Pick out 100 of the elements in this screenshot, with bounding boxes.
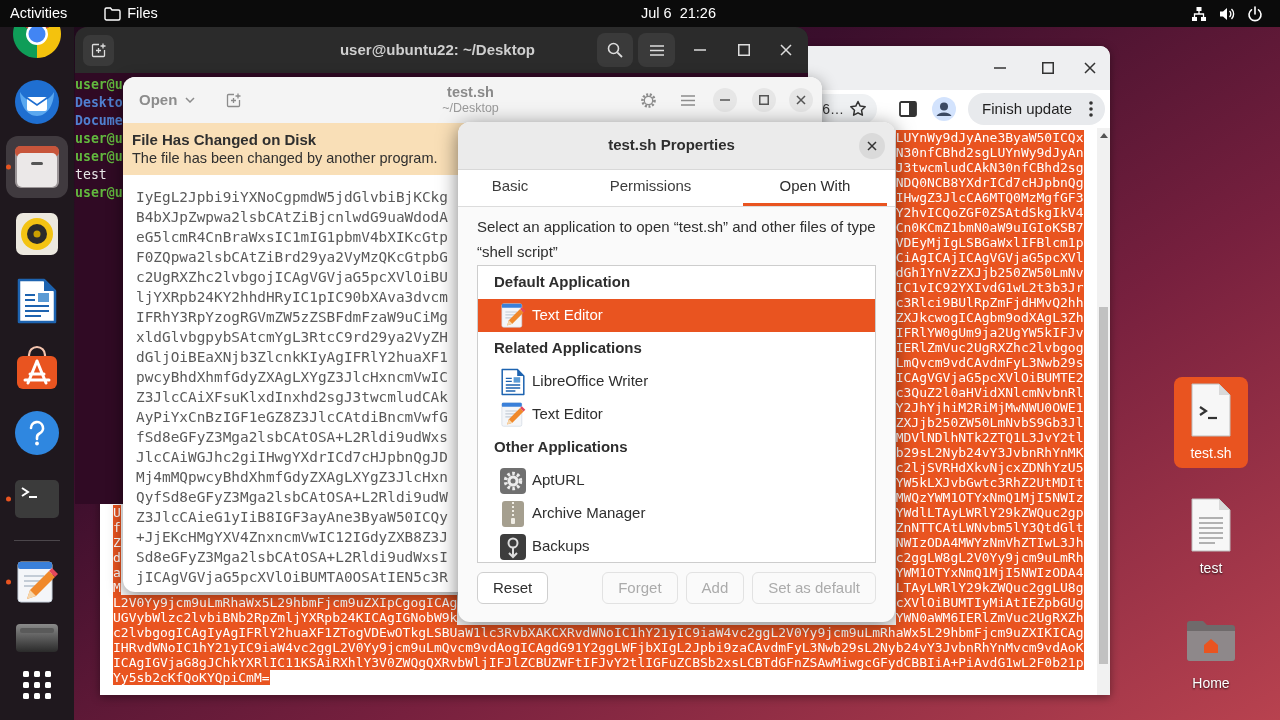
desktop-item[interactable]: test (1174, 492, 1248, 583)
close-button[interactable] (789, 88, 813, 112)
notepad-pencil-icon (500, 302, 526, 329)
search-button[interactable] (597, 33, 633, 67)
kebab-menu-icon[interactable] (1089, 101, 1093, 117)
menu-button[interactable] (638, 33, 675, 67)
scrollbar-thumb[interactable] (1099, 307, 1108, 664)
code-line: Sd8eGFyZ3Mga2lsbCAtOSA+L2Rldi9udWxsI (136, 548, 448, 567)
terminal-icon[interactable] (14, 479, 60, 519)
app-grid-icon[interactable] (23, 671, 51, 699)
app-list-item[interactable]: AptURL (478, 464, 875, 497)
notepad-pencil-icon (500, 401, 526, 428)
minimize-icon (720, 99, 730, 101)
star-icon[interactable] (849, 100, 867, 118)
app-list-item[interactable]: Text Editor (478, 299, 875, 332)
app-menu-button[interactable]: Files (104, 0, 158, 27)
new-tab-button[interactable] (83, 34, 114, 66)
code-line: Mj4mMQpwcyBhdXhmfGdyZXAgLXYgZ3JlcHxn (136, 468, 448, 487)
volume-icon[interactable] (1219, 5, 1235, 22)
code-line: c2UgRXZhc2lvbgojICAgVGVjaG5pcXVlOiBU (136, 268, 448, 287)
window-title: test.sh (447, 84, 494, 101)
section-heading: Default Application (493, 272, 632, 293)
close-icon (796, 95, 806, 105)
code-line: IFRhY3RpYzogRGVmZW5zZSBFdmFzaW9uCiMg (136, 308, 448, 327)
power-icon[interactable] (1247, 5, 1263, 22)
code-line: dGljOiBEaXNjb3ZlcnkKIyAgIFRlY2huaXF1 (136, 348, 448, 367)
desktop-item[interactable]: test.sh (1174, 377, 1248, 468)
dialog-title: test.sh Properties (608, 135, 735, 156)
zipper-box-icon (501, 500, 525, 527)
terminal-line: Deskto (75, 94, 123, 112)
window-title: user@ubuntu22: ~/Desktop (339, 39, 536, 60)
maximize-icon (759, 95, 769, 105)
code-line: pwcyBhdXhmfGdyZXAgLXYgZ3JlcHxncmVwIC (136, 368, 448, 387)
new-tab-icon (91, 42, 106, 58)
app-list-item[interactable]: Text Editor (478, 398, 875, 431)
app-list-item[interactable]: Backups (478, 530, 875, 562)
code-line: ljYXRpb24KY2hhdHRyIC1pIC90bXAva3dvcm (136, 288, 448, 307)
notepad-pencil-icon[interactable] (15, 559, 59, 605)
avatar-icon[interactable] (932, 97, 956, 121)
search-icon (607, 42, 623, 58)
code-line: eG5lcmR4CnBraWxsIC1mIG1pbmV4bXIKcGtp (136, 228, 448, 247)
code-line: +JjEKcHMgYXV4ZnxncmVwIC12IGdyZXB8Z3J (136, 528, 448, 547)
menu-icon (649, 44, 664, 56)
maximize-icon[interactable] (1042, 62, 1054, 74)
caret-icon (185, 97, 196, 103)
help-icon[interactable] (14, 410, 60, 456)
home-folder-icon (1185, 618, 1237, 662)
description-text: Select an application to open “test.sh” and other files of type “shell script” (477, 217, 876, 262)
section-heading: Other Applications (493, 437, 629, 458)
terminal-line: test (75, 166, 107, 184)
code-line: IyEgL2Jpbi9iYXNoCgpmdW5jdGlvbiBjKCkg (136, 188, 448, 207)
network-icon[interactable] (1191, 5, 1207, 22)
envelope-icon[interactable] (14, 79, 60, 125)
gear-icon[interactable] (640, 91, 657, 109)
code-line: xldGlvbgpybSAtcmYgL3RtcC9rd29ya2VyZH (136, 328, 448, 347)
code-line: jICAgVGVjaG5pcXVlOiBUMTA0OSAtIEN5c3R (136, 568, 448, 587)
terminal-line: user@u (75, 130, 123, 148)
side-panel-icon[interactable] (899, 101, 917, 117)
file-cabinet-icon[interactable] (14, 145, 60, 189)
gear-icon (500, 467, 526, 494)
folder-icon (104, 6, 122, 21)
document-icon[interactable] (17, 277, 57, 324)
code-line: F0ZQpwa2lsbCAtZiBrd29ya2VyMzQKcGtpbG (136, 248, 448, 267)
tab[interactable]: Permissions (558, 170, 743, 206)
finish-update-button[interactable]: Finish update (968, 93, 1105, 125)
code-line: Z3JlcCAieG1yIiB8IGF3ayAne3ByaW50ICQy (136, 508, 448, 527)
app-list-item[interactable]: LibreOffice Writer (478, 365, 875, 398)
clock[interactable]: Jul 6 21:26 (641, 0, 716, 27)
tab[interactable]: Open With (743, 170, 887, 206)
desktop-item[interactable]: Home (1174, 607, 1248, 698)
shopping-bag-icon[interactable] (14, 344, 60, 390)
code-line: QyfSd8eGFyZ3Mga2lsbCAtOSA+L2Rldi9udW (136, 488, 448, 507)
document-icon (501, 367, 525, 396)
script-file-icon (1189, 383, 1233, 437)
code-line: JlcCAiWGJhc2giIHwgYXdrICd7cHJpbnQgJD (136, 448, 448, 467)
close-button[interactable] (859, 132, 885, 159)
drive-icon[interactable] (15, 623, 59, 653)
tab[interactable]: Basic (462, 170, 558, 206)
menu-icon[interactable] (681, 94, 695, 106)
terminal-line: user@u (75, 148, 123, 166)
code-line: B4bXJpZwpwa2lsbCAtZiBjcnlwdG9uaWdodA (136, 208, 448, 227)
new-tab-icon[interactable] (226, 92, 242, 108)
terminal-line: Docume (75, 112, 123, 130)
activities-button[interactable]: Activities (10, 0, 68, 27)
code-line: AyPiYxCnBzIGF1eGZ8Z3JlcCAtdiBncmVwfG (136, 408, 448, 427)
info-bar-message: The file has been changed by another program. (132, 149, 438, 168)
speaker-icon[interactable] (15, 211, 59, 256)
close-icon[interactable] (1084, 62, 1096, 74)
window-subtitle: ~/Desktop (442, 101, 499, 116)
close-icon (867, 140, 877, 151)
text-file-icon (1189, 498, 1233, 552)
terminal-line: user@u (75, 76, 123, 94)
scroll-up-arrow-icon[interactable] (1099, 133, 1108, 138)
dialog-button[interactable]: Reset (477, 572, 549, 604)
minimize-button[interactable] (713, 88, 737, 112)
info-bar-title: File Has Changed on Disk (132, 130, 317, 149)
terminal-line: user@u (75, 184, 123, 202)
code-line: Z3JlcCAiXFsuKlxdInxhd2sgJ3twcmludCAk (136, 388, 448, 407)
app-list-item[interactable]: Archive Manager (478, 497, 875, 530)
maximize-button[interactable] (752, 88, 776, 112)
